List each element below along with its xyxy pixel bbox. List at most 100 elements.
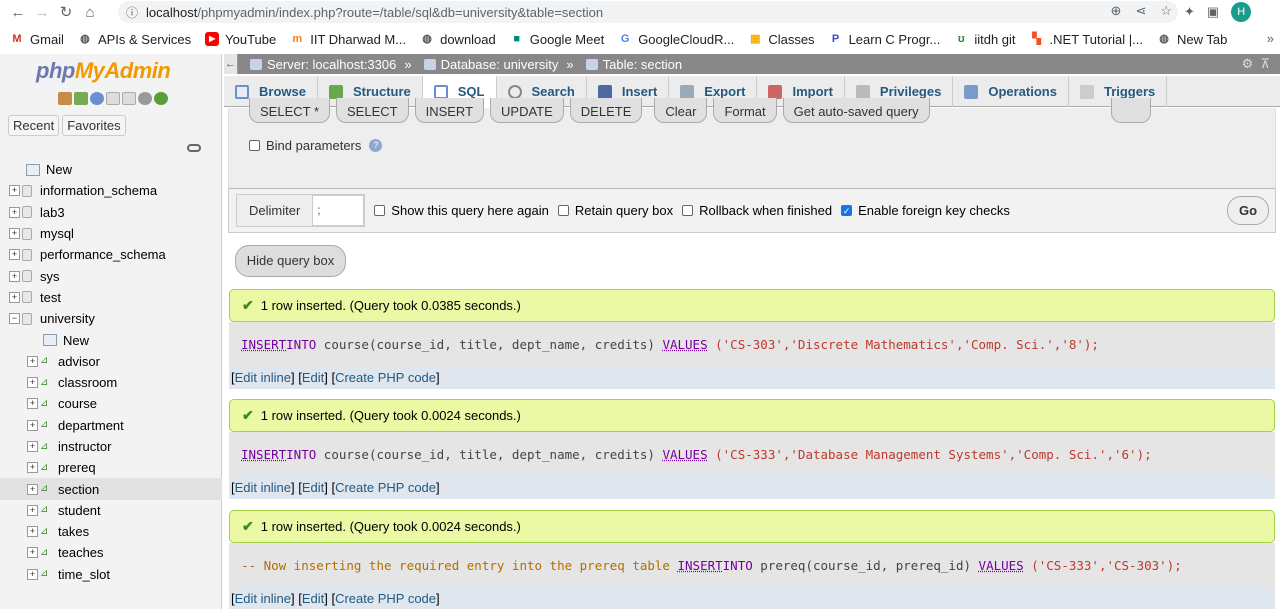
bookmark-learn-c[interactable]: P Learn C Progr...	[829, 32, 940, 47]
phpmyadmin-logo[interactable]: phpMyAdmin	[36, 58, 171, 84]
show-query-checkbox[interactable]	[374, 205, 386, 216]
help-icon[interactable]	[90, 92, 104, 105]
link-icon[interactable]	[187, 144, 201, 152]
bookmark-iit-dharwad[interactable]: m IIT Dharwad M...	[290, 32, 406, 47]
retain-query-box-checkbox[interactable]	[557, 205, 569, 216]
insert-button[interactable]: INSERT	[414, 98, 485, 123]
tree-db-performance-schema[interactable]: + performance_schema	[0, 244, 222, 265]
select-all-button[interactable]: SELECT *	[249, 98, 331, 123]
bind-parameters-checkbox[interactable]	[249, 140, 260, 151]
expand-icon[interactable]: +	[27, 547, 38, 559]
address-bar[interactable]: ⓘ localhost /phpmyadmin/index.php?route=…	[118, 1, 1178, 23]
breadcrumb-server[interactable]: Server: localhost:3306	[250, 57, 396, 72]
bookmark-googlecloud[interactable]: G GoogleCloudR...	[618, 32, 734, 47]
collapse-nav-icon[interactable]: ←	[224, 54, 238, 74]
home-icon[interactable]	[58, 92, 72, 105]
bookmark-new-tab[interactable]: ◍ New Tab	[1157, 32, 1227, 47]
reload-icon[interactable]: ↻	[54, 3, 78, 21]
bookmark-apis[interactable]: ◍ APIs & Services	[78, 32, 191, 47]
edit-link[interactable]: Edit	[302, 480, 324, 495]
tree-table-classroom[interactable]: + ⊿ classroom	[0, 372, 222, 393]
zoom-icon[interactable]: ⊕	[1111, 3, 1122, 19]
tree-db-sys[interactable]: + sys	[0, 265, 222, 286]
share-icon[interactable]: ⋖	[1135, 3, 1146, 19]
update-button[interactable]: UPDATE	[490, 98, 564, 123]
edit-inline-link[interactable]: Edit inline	[235, 370, 291, 385]
expand-icon[interactable]: +	[9, 228, 20, 240]
more-bookmarks-icon[interactable]: »	[1267, 31, 1274, 46]
logout-icon[interactable]	[74, 92, 88, 105]
expand-icon[interactable]: +	[27, 441, 38, 452]
bookmark-gmail[interactable]: M Gmail	[10, 32, 64, 47]
recent-button[interactable]: Recent	[8, 115, 60, 136]
tree-table-course[interactable]: + ⊿ course	[0, 393, 222, 414]
home-icon[interactable]: ⌂	[78, 4, 102, 21]
tree-db-information-schema[interactable]: + information_schema	[0, 180, 222, 201]
expand-icon[interactable]: +	[9, 270, 20, 282]
foreign-key-checks-option[interactable]: ✓ Enable foreign key checks	[841, 203, 1010, 218]
edit-link[interactable]: Edit	[302, 370, 324, 385]
tree-new-table[interactable]: New	[0, 329, 222, 350]
format-button[interactable]: Format	[713, 98, 777, 123]
bind-parameters-option[interactable]: Bind parameters ?	[249, 138, 383, 153]
expand-icon[interactable]: +	[27, 398, 38, 410]
foreign-key-checks-checkbox[interactable]: ✓	[841, 205, 853, 216]
breadcrumb-database[interactable]: Database: university	[423, 57, 558, 72]
tree-table-department[interactable]: + ⊿ department	[0, 415, 222, 436]
forward-icon[interactable]: →	[30, 4, 54, 21]
rollback-checkbox[interactable]	[682, 205, 694, 216]
expand-icon[interactable]: +	[27, 355, 38, 367]
bookmark-iitdh-git[interactable]: ʊ iitdh git	[954, 32, 1016, 47]
create-php-code-link[interactable]: Create PHP code	[335, 591, 436, 606]
tree-table-takes[interactable]: + ⊿ takes	[0, 521, 222, 542]
extensions-icon[interactable]: ✦	[1184, 4, 1195, 20]
back-icon[interactable]: ←	[6, 4, 30, 21]
retain-query-box-option[interactable]: Retain query box	[557, 203, 673, 218]
expand-icon[interactable]: +	[27, 504, 38, 516]
edit-link[interactable]: Edit	[302, 591, 324, 606]
tree-table-section[interactable]: + ⊿ section	[0, 478, 222, 500]
docs-icon[interactable]	[106, 92, 120, 105]
tree-table-advisor[interactable]: + ⊿ advisor	[0, 351, 222, 372]
collapse-icon[interactable]: −	[9, 313, 20, 325]
expand-icon[interactable]: +	[9, 291, 20, 303]
expand-icon[interactable]: +	[27, 568, 38, 580]
expand-icon[interactable]: +	[27, 377, 38, 389]
bookmark-net-tutorial[interactable]: ▚ .NET Tutorial |...	[1030, 32, 1143, 47]
delete-button[interactable]: DELETE	[569, 98, 643, 123]
tree-table-time-slot[interactable]: + ⊿ time_slot	[0, 564, 222, 585]
favorites-button[interactable]: Favorites	[62, 115, 126, 136]
expand-icon[interactable]: +	[9, 249, 20, 261]
tree-new-database[interactable]: New	[0, 159, 222, 180]
hide-query-box-button[interactable]: Hide query box	[235, 245, 346, 277]
tree-db-lab3[interactable]: + lab3	[0, 202, 222, 223]
expand-icon[interactable]: +	[27, 483, 38, 495]
copy-icon[interactable]	[122, 92, 136, 105]
breadcrumb-table[interactable]: Table: section	[585, 57, 682, 72]
select-button[interactable]: SELECT	[336, 98, 409, 123]
show-query-option[interactable]: Show this query here again	[374, 203, 549, 218]
expand-icon[interactable]: +	[27, 462, 38, 474]
tab-operations[interactable]: Operations	[953, 76, 1069, 107]
reload-nav-icon[interactable]	[154, 92, 168, 105]
settings-gear-icon[interactable]: ⚙	[1242, 56, 1254, 71]
get-auto-saved-query-button[interactable]: Get auto-saved query	[782, 98, 930, 123]
tree-table-student[interactable]: + ⊿ student	[0, 500, 222, 521]
bookmark-classes[interactable]: ▦ Classes	[748, 32, 814, 47]
expand-icon[interactable]: +	[9, 185, 20, 197]
help-icon[interactable]: ?	[369, 139, 383, 152]
site-info-icon[interactable]: ⓘ	[126, 4, 138, 21]
tree-db-test[interactable]: + test	[0, 287, 222, 308]
clear-button[interactable]: Clear	[654, 98, 708, 123]
create-php-code-link[interactable]: Create PHP code	[335, 480, 436, 495]
profile-avatar[interactable]: H	[1231, 2, 1252, 22]
go-button[interactable]: Go	[1227, 196, 1269, 225]
edit-inline-link[interactable]: Edit inline	[235, 591, 291, 606]
bookmark-star-icon[interactable]: ☆	[1160, 3, 1172, 19]
create-php-code-link[interactable]: Create PHP code	[335, 370, 436, 385]
bookmark-youtube[interactable]: ▶ YouTube	[205, 32, 276, 47]
bookmark-google-meet[interactable]: ■ Google Meet	[510, 32, 604, 47]
tree-table-teaches[interactable]: + ⊿ teaches	[0, 542, 222, 563]
tree-db-university[interactable]: − university	[0, 308, 222, 329]
expand-icon[interactable]: +	[27, 526, 38, 538]
